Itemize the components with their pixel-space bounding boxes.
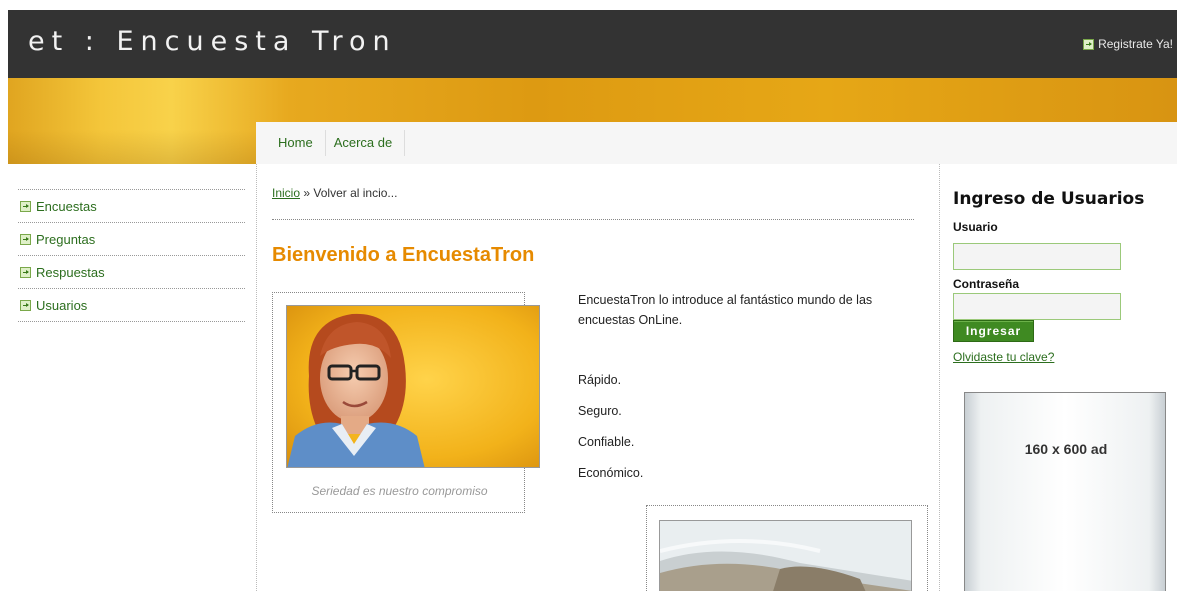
sidebar-item-label[interactable]: Respuestas <box>36 265 105 280</box>
sidebar-item-label[interactable]: Preguntas <box>36 232 95 247</box>
user-input[interactable] <box>953 243 1121 270</box>
sidebar-item-label[interactable]: Usuarios <box>36 298 87 313</box>
sidebar-item-encuestas[interactable]: Encuestas <box>18 190 245 223</box>
register-link[interactable]: Registrate Ya! <box>1083 37 1173 51</box>
password-label: Contraseña <box>953 277 1020 291</box>
page-title: Bienvenido a EncuestaTron <box>272 244 535 266</box>
arrow-right-icon <box>1083 38 1095 50</box>
arrow-right-icon <box>20 200 31 212</box>
nav-home[interactable]: Home <box>270 130 326 156</box>
intro-text: EncuestaTron lo introduce al fantástico … <box>578 293 873 327</box>
login-panel: Ingreso de Usuarios Usuario Contraseña I… <box>940 164 1177 591</box>
feature-item: Rápido. <box>578 373 622 387</box>
arrow-right-icon <box>20 266 31 278</box>
sidebar-menu: Encuestas Preguntas Respuestas Usuarios <box>18 189 245 322</box>
breadcrumb-text: Volver al incio... <box>313 186 398 200</box>
photo-caption: Seriedad es nuestro compromiso <box>311 484 488 498</box>
divider <box>272 219 914 220</box>
feature-item: Económico. <box>578 466 644 480</box>
password-input[interactable] <box>953 293 1121 320</box>
ad-banner[interactable]: 160 x 600 ad <box>964 392 1166 591</box>
login-button[interactable]: Ingresar <box>953 320 1034 342</box>
login-title: Ingreso de Usuarios <box>953 189 1145 209</box>
feature-item: Confiable. <box>578 435 635 449</box>
sidebar-item-preguntas[interactable]: Preguntas <box>18 223 245 256</box>
sidebar-item-label[interactable]: Encuestas <box>36 199 97 214</box>
ad-text: 160 x 600 ad <box>1024 441 1108 457</box>
breadcrumb: Inicio » Volver al incio... <box>272 186 397 200</box>
nav-acerca-de[interactable]: Acerca de <box>326 130 406 156</box>
top-nav: Home Acerca de <box>270 130 406 156</box>
sidebar-item-usuarios[interactable]: Usuarios <box>18 289 245 322</box>
arrow-right-icon <box>20 299 31 311</box>
site-header: et : Encuesta Tron Registrate Ya! <box>8 10 1177 78</box>
paper-stack-image <box>659 520 912 591</box>
main-content: Inicio » Volver al incio... Bienvenido a… <box>256 164 940 591</box>
site-title[interactable]: et : Encuesta Tron <box>28 26 397 57</box>
sidebar-item-respuestas[interactable]: Respuestas <box>18 256 245 289</box>
photo-frame <box>646 505 928 591</box>
user-label: Usuario <box>953 220 998 234</box>
arrow-right-icon <box>20 233 31 245</box>
page-frame: et : Encuesta Tron Registrate Ya! Home A… <box>8 10 1177 591</box>
photo-frame: Seriedad es nuestro compromiso <box>272 292 540 513</box>
breadcrumb-separator: » <box>303 186 311 200</box>
sidebar: Encuestas Preguntas Respuestas Usuarios <box>8 164 256 591</box>
register-label[interactable]: Registrate Ya! <box>1098 37 1173 51</box>
feature-item: Seguro. <box>578 404 622 418</box>
woman-portrait-image <box>286 305 540 468</box>
breadcrumb-home-link[interactable]: Inicio <box>272 186 300 200</box>
forgot-password-link[interactable]: Olvidaste tu clave? <box>953 350 1054 364</box>
